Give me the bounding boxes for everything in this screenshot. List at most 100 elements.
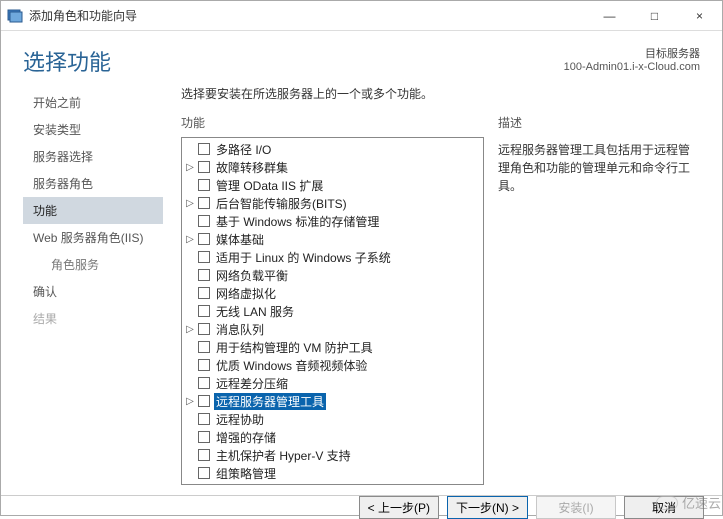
feature-checkbox[interactable] [198, 395, 210, 407]
feature-item[interactable]: ▷ 增强的存储 [182, 428, 483, 446]
feature-label: 多路径 I/O [214, 141, 273, 158]
expand-spacer: ▷ [184, 432, 196, 443]
feature-item[interactable]: ▷ 远程服务器管理工具 [182, 392, 483, 410]
feature-label: 网络虚拟化 [214, 285, 278, 302]
expand-spacer: ▷ [184, 342, 196, 353]
expand-icon[interactable]: ▷ [184, 162, 196, 173]
feature-checkbox[interactable] [198, 377, 210, 389]
feature-label: 网络负载平衡 [214, 267, 290, 284]
feature-item[interactable]: ▷ 后台智能传输服务(BITS) [182, 194, 483, 212]
close-button[interactable]: × [677, 1, 722, 31]
features-listbox[interactable]: ▷多路径 I/O▷故障转移群集▷管理 OData IIS 扩展▷后台智能传输服务… [181, 137, 484, 485]
feature-label: 组策略管理 [214, 465, 278, 482]
feature-item[interactable]: ▷ 适用于 Linux 的 Windows 子系统 [182, 248, 483, 266]
instruction-text: 选择要安装在所选服务器上的一个或多个功能。 [181, 85, 700, 102]
target-label: 目标服务器 [564, 45, 700, 61]
description-text: 远程服务器管理工具包括用于远程管理角色和功能的管理单元和命令行工具。 [498, 137, 700, 195]
wizard-step[interactable]: 安装类型 [23, 116, 163, 143]
feature-label: 故障转移群集 [214, 159, 290, 176]
feature-label: 管理 OData IIS 扩展 [214, 177, 325, 194]
feature-item[interactable]: ▷远程差分压缩 [182, 374, 483, 392]
wizard-header: 选择功能 目标服务器 100-Admin01.i-x-Cloud.com [1, 31, 722, 85]
wizard-window: 添加角色和功能向导 — □ × 选择功能 目标服务器 100-Admin01.i… [0, 0, 723, 516]
feature-item[interactable]: ▷多路径 I/O [182, 140, 483, 158]
feature-checkbox[interactable] [198, 305, 210, 317]
expand-spacer: ▷ [184, 288, 196, 299]
feature-checkbox[interactable] [198, 431, 210, 443]
expand-spacer: ▷ [184, 378, 196, 389]
feature-checkbox[interactable] [198, 467, 210, 479]
feature-label: 优质 Windows 音频视频体验 [214, 357, 369, 374]
feature-checkbox[interactable] [198, 359, 210, 371]
expand-spacer: ▷ [184, 414, 196, 425]
expand-spacer: ▷ [184, 360, 196, 371]
target-server-name: 100-Admin01.i-x-Cloud.com [564, 61, 700, 73]
wizard-step[interactable]: 服务器角色 [23, 170, 163, 197]
feature-checkbox[interactable] [198, 287, 210, 299]
expand-icon[interactable]: ▷ [184, 396, 196, 407]
feature-label: 适用于 Linux 的 Windows 子系统 [214, 249, 393, 266]
wizard-step[interactable]: 确认 [23, 278, 163, 305]
feature-checkbox[interactable] [198, 269, 210, 281]
feature-checkbox[interactable] [198, 215, 210, 227]
feature-item[interactable]: ▷ 无线 LAN 服务 [182, 302, 483, 320]
feature-label: 增强的存储 [214, 429, 278, 446]
feature-label: 主机保护者 Hyper-V 支持 [214, 447, 353, 464]
expand-icon[interactable]: ▷ [184, 198, 196, 209]
feature-checkbox[interactable] [198, 233, 210, 245]
feature-item[interactable]: ▷ 网络虚拟化 [182, 284, 483, 302]
wizard-step[interactable]: 角色服务 [23, 251, 163, 278]
feature-item[interactable]: ▷ 网络负载平衡 [182, 266, 483, 284]
maximize-button[interactable]: □ [632, 1, 677, 31]
feature-checkbox[interactable] [198, 197, 210, 209]
feature-checkbox[interactable] [198, 143, 210, 155]
feature-label: 远程协助 [214, 411, 266, 428]
wizard-step[interactable]: Web 服务器角色(IIS) [23, 224, 163, 251]
wizard-step[interactable]: 开始之前 [23, 89, 163, 116]
feature-item[interactable]: ▷ 主机保护者 Hyper-V 支持 [182, 446, 483, 464]
expand-spacer: ▷ [184, 306, 196, 317]
feature-item[interactable]: ▷ 组策略管理 [182, 464, 483, 482]
expand-spacer: ▷ [184, 270, 196, 281]
wizard-footer: < 上一步(P) 下一步(N) > 安装(I) 取消 [1, 495, 722, 519]
titlebar: 添加角色和功能向导 — □ × [1, 1, 722, 31]
feature-label: 后台智能传输服务(BITS) [214, 195, 349, 212]
wizard-steps: 开始之前安装类型服务器选择服务器角色功能Web 服务器角色(IIS)角色服务确认… [23, 85, 163, 485]
feature-label: 无线 LAN 服务 [214, 303, 296, 320]
feature-checkbox[interactable] [198, 449, 210, 461]
wizard-icon [7, 8, 23, 24]
feature-label: 媒体基础 [214, 231, 266, 248]
feature-checkbox[interactable] [198, 161, 210, 173]
wizard-step[interactable]: 服务器选择 [23, 143, 163, 170]
feature-label: 用于结构管理的 VM 防护工具 [214, 339, 375, 356]
page-title: 选择功能 [23, 45, 111, 77]
feature-label: 远程服务器管理工具 [214, 393, 326, 410]
feature-checkbox[interactable] [198, 251, 210, 263]
expand-spacer: ▷ [184, 450, 196, 461]
feature-checkbox[interactable] [198, 323, 210, 335]
expand-icon[interactable]: ▷ [184, 324, 196, 335]
feature-item[interactable]: ▷ 优质 Windows 音频视频体验 [182, 356, 483, 374]
feature-item[interactable]: ▷ 远程协助 [182, 410, 483, 428]
feature-label: 基于 Windows 标准的存储管理 [214, 213, 381, 230]
wizard-step: 结果 [23, 305, 163, 332]
feature-checkbox[interactable] [198, 413, 210, 425]
expand-spacer: ▷ [184, 468, 196, 479]
minimize-button[interactable]: — [587, 1, 632, 31]
feature-checkbox[interactable] [198, 179, 210, 191]
expand-icon[interactable]: ▷ [184, 234, 196, 245]
feature-label: 消息队列 [214, 321, 266, 338]
feature-item[interactable]: ▷ 消息队列 [182, 320, 483, 338]
feature-item[interactable]: ▷管理 OData IIS 扩展 [182, 176, 483, 194]
wizard-step[interactable]: 功能 [23, 197, 163, 224]
feature-item[interactable]: ▷ 媒体基础 [182, 230, 483, 248]
feature-item[interactable]: ▷ 用于结构管理的 VM 防护工具 [182, 338, 483, 356]
feature-checkbox[interactable] [198, 341, 210, 353]
window-title: 添加角色和功能向导 [29, 7, 137, 24]
feature-item[interactable]: ▷ 基于 Windows 标准的存储管理 [182, 212, 483, 230]
target-server-info: 目标服务器 100-Admin01.i-x-Cloud.com [564, 45, 700, 77]
expand-spacer: ▷ [184, 252, 196, 263]
features-column-header: 功能 [181, 114, 484, 131]
expand-spacer: ▷ [184, 216, 196, 227]
feature-item[interactable]: ▷ 故障转移群集 [182, 158, 483, 176]
